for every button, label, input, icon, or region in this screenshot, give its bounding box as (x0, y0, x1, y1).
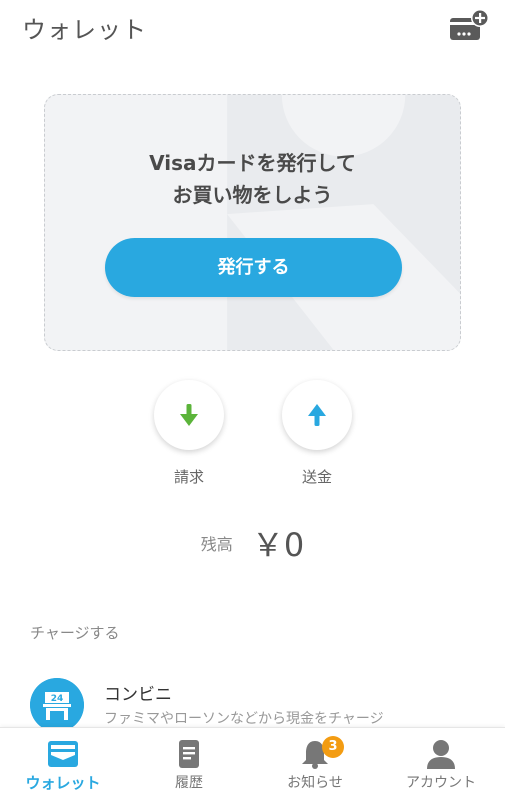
convenience-store-icon: 24 (30, 678, 84, 732)
card-background-graphic (227, 95, 460, 350)
charge-option-title: コンビニ (104, 685, 172, 705)
card-promo-panel: Visaカードを発行して お買い物をしよう 発行する (44, 94, 461, 351)
app-header: ウォレット (0, 0, 505, 56)
charge-section-title: チャージする (30, 624, 120, 642)
convenience-store-icon-text: 24 (51, 694, 64, 704)
send-button[interactable] (282, 380, 352, 450)
history-icon (179, 740, 199, 768)
send-action[interactable]: 送金 (282, 380, 352, 487)
charge-option-subtitle: ファミマやローソンなどから現金をチャージ (104, 711, 384, 727)
balance-label: 残高 (200, 535, 233, 554)
wallet-icon (48, 741, 78, 767)
bottom-tab-bar: ウォレット 履歴 3 お知らせ アカウント (0, 727, 505, 800)
card-promo-message: Visaカードを発行して お買い物をしよう (45, 147, 460, 211)
tab-history[interactable]: 履歴 (126, 728, 252, 800)
request-button[interactable] (154, 380, 224, 450)
tab-notifications-label: お知らせ (287, 775, 343, 791)
tab-wallet[interactable]: ウォレット (0, 728, 126, 800)
send-label: 送金 (301, 468, 332, 486)
card-add-icon[interactable] (447, 8, 491, 44)
charge-option-convenience-store[interactable]: 24 コンビニ ファミマやローソンなどから現金をチャージ (0, 672, 505, 732)
request-label: 請求 (173, 468, 204, 486)
balance-value: ￥0 (251, 526, 305, 564)
page-title: ウォレット (22, 16, 147, 44)
balance-display: 残高 ￥0 (0, 520, 505, 566)
request-action[interactable]: 請求 (154, 380, 224, 487)
arrow-down-icon (180, 404, 198, 426)
arrow-up-icon (308, 404, 326, 426)
notification-badge: 3 (322, 736, 344, 758)
card-promo-line1: Visaカードを発行して (149, 151, 356, 175)
account-icon (427, 740, 455, 769)
issue-card-button[interactable]: 発行する (105, 238, 402, 297)
tab-wallet-label: ウォレット (25, 774, 101, 792)
tab-notifications[interactable]: 3 お知らせ (252, 728, 378, 800)
card-promo-line2: お買い物をしよう (172, 183, 333, 207)
tab-account[interactable]: アカウント (378, 728, 504, 800)
tab-history-label: 履歴 (175, 775, 203, 791)
tab-account-label: アカウント (406, 775, 476, 791)
